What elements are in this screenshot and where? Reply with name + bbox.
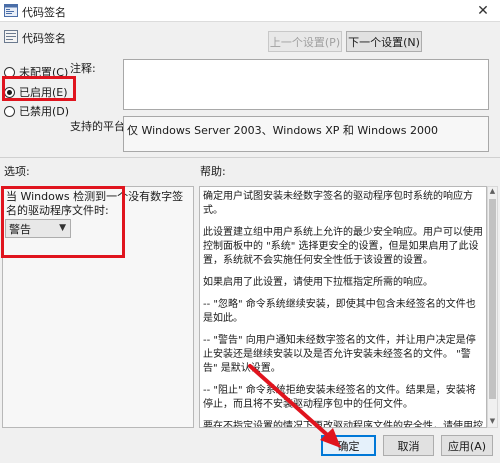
cancel-button[interactable]: 取消 xyxy=(383,435,434,456)
help-paragraph: 要在不指定设置的情况下更改驱动程序文件的安全性，请使用控制面板中的 "系统"。右… xyxy=(203,421,483,428)
response-dropdown[interactable]: 警告 ▼ xyxy=(5,219,71,238)
radio-enabled[interactable]: 已启用(E) xyxy=(4,84,68,100)
ok-button[interactable]: 确定 xyxy=(321,435,376,456)
help-section-label: 帮助: xyxy=(200,165,226,178)
option-description: 当 Windows 检测到一个没有数字签名的驱动程序文件时: xyxy=(6,190,184,217)
help-paragraph: 此设置建立组中用户系统上允许的最少安全响应。用户可以使用控制面板中的 "系统" … xyxy=(203,227,483,266)
window-title: 代码签名 xyxy=(22,6,66,19)
radio-label: 未配置(C) xyxy=(19,66,69,79)
policy-setting-icon xyxy=(4,30,18,43)
policy-name: 代码签名 xyxy=(22,32,66,45)
radio-circle[interactable] xyxy=(4,105,15,117)
chevron-down-icon: ▼ xyxy=(59,223,66,233)
help-paragraph: 确定用户试图安装未经数字签名的驱动程序包时系统的响应方式。 xyxy=(203,191,473,216)
help-scrollbar[interactable]: ▲ ▼ xyxy=(487,186,498,428)
help-paragraph: -- "忽略" 命令系统继续安装，即使其中包含未经签名的文件也是如此。 xyxy=(203,299,476,324)
dropdown-selected-value: 警告 xyxy=(9,222,31,236)
options-section-label: 选项: xyxy=(4,165,30,178)
radio-disabled[interactable]: 已禁用(D) xyxy=(4,103,69,119)
radio-label: 已启用(E) xyxy=(19,86,68,99)
radio-label: 已禁用(D) xyxy=(19,105,70,118)
comment-label: 注释: xyxy=(70,62,96,75)
policy-app-icon xyxy=(4,4,18,17)
radio-circle[interactable] xyxy=(4,86,15,98)
help-text: 确定用户试图安装未经数字签名的驱动程序包时系统的响应方式。 此设置建立组中用户系… xyxy=(203,190,485,428)
close-icon[interactable]: ✕ xyxy=(466,0,500,22)
help-paragraph: 如果启用了此设置，请使用下拉框指定所需的响应。 xyxy=(203,277,433,288)
comment-textarea[interactable] xyxy=(123,59,489,110)
scroll-down-icon[interactable]: ▼ xyxy=(488,417,497,427)
scroll-up-icon[interactable]: ▲ xyxy=(488,187,497,197)
prev-setting-button[interactable]: 上一个设置(P) xyxy=(268,31,342,52)
supported-on-value: 仅 Windows Server 2003、Windows XP 和 Windo… xyxy=(123,116,489,152)
radio-circle[interactable] xyxy=(4,66,15,78)
scroll-thumb[interactable] xyxy=(489,199,496,399)
supported-on-label: 支持的平台: xyxy=(70,120,129,133)
radio-not-configured[interactable]: 未配置(C) xyxy=(4,64,68,80)
apply-button[interactable]: 应用(A) xyxy=(441,435,493,456)
next-setting-button[interactable]: 下一个设置(N) xyxy=(346,31,422,52)
help-paragraph: -- "警告" 向用户通知未经数字签名的文件，并让用户决定是停止安装还是继续安装… xyxy=(203,335,476,374)
help-paragraph: -- "阻止" 命令系统拒绝安装未经签名的文件。结果是，安装将停止，而且将不安装… xyxy=(203,385,476,410)
help-panel: 确定用户试图安装未经数字签名的驱动程序包时系统的响应方式。 此设置建立组中用户系… xyxy=(199,186,487,428)
section-divider xyxy=(0,157,500,158)
title-bar xyxy=(0,0,500,22)
